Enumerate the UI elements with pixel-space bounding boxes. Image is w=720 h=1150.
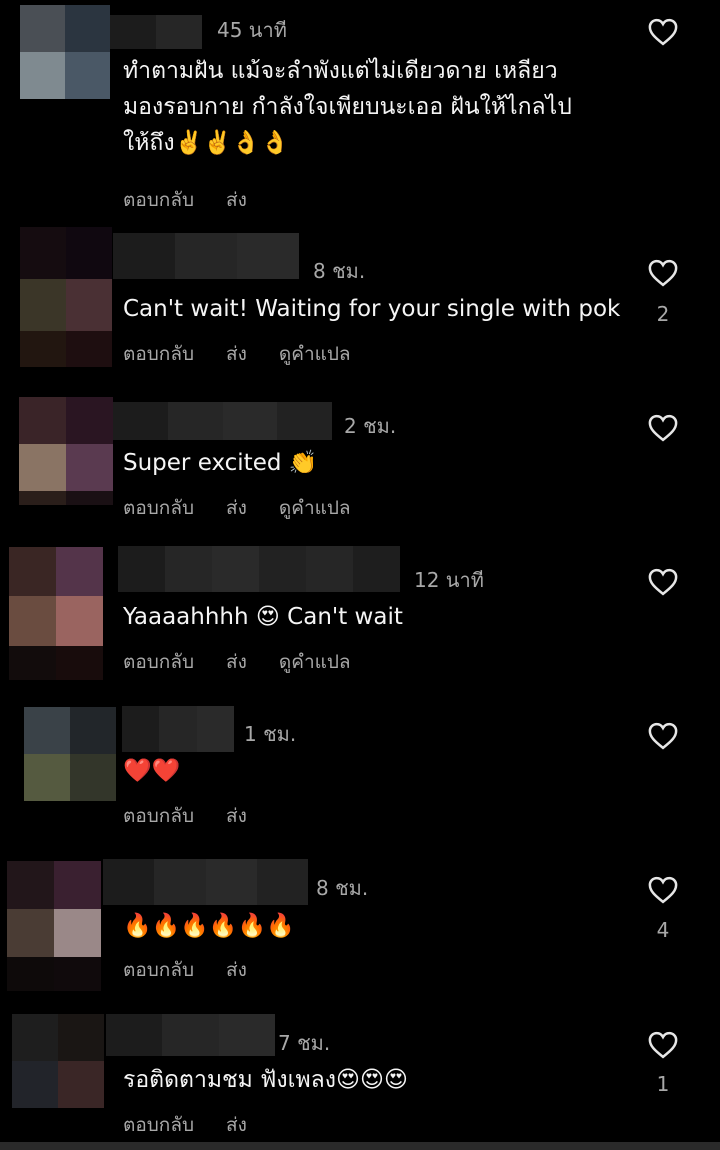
- comment-text: 🔥🔥🔥🔥🔥🔥: [123, 908, 295, 944]
- avatar[interactable]: [20, 5, 110, 99]
- translate-button[interactable]: ดูคำแปล: [279, 339, 351, 369]
- comment-time: 8 ชม.: [316, 876, 369, 900]
- comment-actions: ตอบกลับ ส่ง ดูคำแปล: [123, 647, 351, 677]
- comment-text: ❤️❤️: [123, 753, 180, 789]
- translate-button[interactable]: ดูคำแปล: [279, 493, 351, 523]
- comment-text-line: ให้ถึง✌️✌️👌👌: [123, 130, 290, 156]
- comment-item: 12 นาที Yaaaahhhh 😍 Can't wait ตอบกลับ ส…: [0, 540, 720, 700]
- send-button[interactable]: ส่ง: [226, 493, 247, 523]
- translate-button[interactable]: ดูคำแปล: [279, 647, 351, 677]
- avatar[interactable]: [9, 547, 103, 680]
- comment-item: 1 ชม. ❤️❤️ ตอบกลับ ส่ง: [0, 700, 720, 855]
- comment-actions: ตอบกลับ ส่ง: [123, 185, 247, 215]
- username-redacted[interactable]: [122, 706, 234, 752]
- like-count[interactable]: 4: [640, 918, 686, 942]
- comment-text: Yaaaahhhh 😍 Can't wait: [123, 599, 403, 635]
- comment-text-line: Yaaaahhhh 😍 Can't wait: [123, 604, 403, 630]
- heart-outline-icon[interactable]: [648, 568, 678, 596]
- avatar[interactable]: [12, 1014, 104, 1108]
- send-button[interactable]: ส่ง: [226, 955, 247, 985]
- like-count[interactable]: 2: [640, 302, 686, 326]
- avatar[interactable]: [7, 861, 101, 991]
- comment-text-line: Super excited 👏: [123, 450, 318, 476]
- username-redacted[interactable]: [113, 233, 299, 279]
- avatar[interactable]: [20, 227, 112, 367]
- username-redacted[interactable]: [113, 402, 332, 440]
- comment-time: 2 ชม.: [344, 414, 397, 438]
- send-button[interactable]: ส่ง: [226, 185, 247, 215]
- comment-text: Super excited 👏: [123, 445, 317, 481]
- comment-text-line: ❤️❤️: [123, 758, 181, 784]
- heart-outline-icon[interactable]: [648, 18, 678, 46]
- comment-actions: ตอบกลับ ส่ง ดูคำแปล: [123, 339, 351, 369]
- comment-time: 7 ชม.: [278, 1031, 331, 1055]
- send-button[interactable]: ส่ง: [226, 801, 247, 831]
- send-button[interactable]: ส่ง: [226, 339, 247, 369]
- username-redacted[interactable]: [106, 1014, 275, 1056]
- username-redacted[interactable]: [103, 859, 308, 905]
- comment-item: 8 ชม. Can't wait! Waiting for your singl…: [0, 225, 720, 390]
- comment-actions: ตอบกลับ ส่ง ดูคำแปล: [123, 493, 351, 523]
- comment-text-line: มองรอบกาย กำลังใจเพียบนะเออ ฝันให้ไกลไป: [123, 94, 572, 120]
- comment-actions: ตอบกลับ ส่ง: [123, 955, 247, 985]
- comment-text-line: รอติดตามชม ฟังเพลง😍😍😍: [123, 1067, 408, 1093]
- comment-text: ทำตามฝัน แม้จะลำพังแต่ไม่เดียวดาย เหลียว…: [123, 53, 572, 161]
- comment-time: 12 นาที: [414, 568, 484, 592]
- reply-button[interactable]: ตอบกลับ: [123, 185, 194, 215]
- send-button[interactable]: ส่ง: [226, 1110, 247, 1140]
- comment-actions: ตอบกลับ ส่ง: [123, 801, 247, 831]
- comment-time: 45 นาที: [217, 18, 287, 42]
- comment-text-line: ทำตามฝัน แม้จะลำพังแต่ไม่เดียวดาย เหลียว: [123, 58, 558, 84]
- heart-outline-icon[interactable]: [648, 876, 678, 904]
- comment-item: 45 นาที ทำตามฝัน แม้จะลำพังแต่ไม่เดียวดา…: [0, 0, 720, 225]
- send-button[interactable]: ส่ง: [226, 647, 247, 677]
- comment-text: รอติดตามชม ฟังเพลง😍😍😍: [123, 1062, 408, 1098]
- like-count[interactable]: 1: [640, 1072, 686, 1096]
- comment-item: 8 ชม. 🔥🔥🔥🔥🔥🔥 ตอบกลับ ส่ง 4: [0, 855, 720, 1010]
- reply-button[interactable]: ตอบกลับ: [123, 647, 194, 677]
- username-redacted[interactable]: [110, 15, 202, 49]
- reply-button[interactable]: ตอบกลับ: [123, 801, 194, 831]
- heart-outline-icon[interactable]: [648, 259, 678, 287]
- avatar[interactable]: [19, 397, 113, 505]
- avatar[interactable]: [24, 707, 116, 801]
- comment-text: Can't wait! Waiting for your single with…: [123, 291, 620, 327]
- reply-button[interactable]: ตอบกลับ: [123, 955, 194, 985]
- heart-outline-icon[interactable]: [648, 1031, 678, 1059]
- comment-actions: ตอบกลับ ส่ง: [123, 1110, 247, 1140]
- reply-button[interactable]: ตอบกลับ: [123, 1110, 194, 1140]
- comment-item: 7 ชม. รอติดตามชม ฟังเพลง😍😍😍 ตอบกลับ ส่ง …: [0, 1010, 720, 1142]
- comment-text-line: 🔥🔥🔥🔥🔥🔥: [123, 913, 295, 939]
- bottom-divider: [0, 1142, 720, 1150]
- username-redacted[interactable]: [118, 546, 400, 592]
- comment-time: 1 ชม.: [244, 722, 297, 746]
- comment-time: 8 ชม.: [313, 259, 366, 283]
- reply-button[interactable]: ตอบกลับ: [123, 493, 194, 523]
- reply-button[interactable]: ตอบกลับ: [123, 339, 194, 369]
- heart-outline-icon[interactable]: [648, 722, 678, 750]
- comment-text-line: Can't wait! Waiting for your single with…: [123, 296, 621, 322]
- heart-outline-icon[interactable]: [648, 414, 678, 442]
- comment-item: 2 ชม. Super excited 👏 ตอบกลับ ส่ง ดูคำแป…: [0, 390, 720, 540]
